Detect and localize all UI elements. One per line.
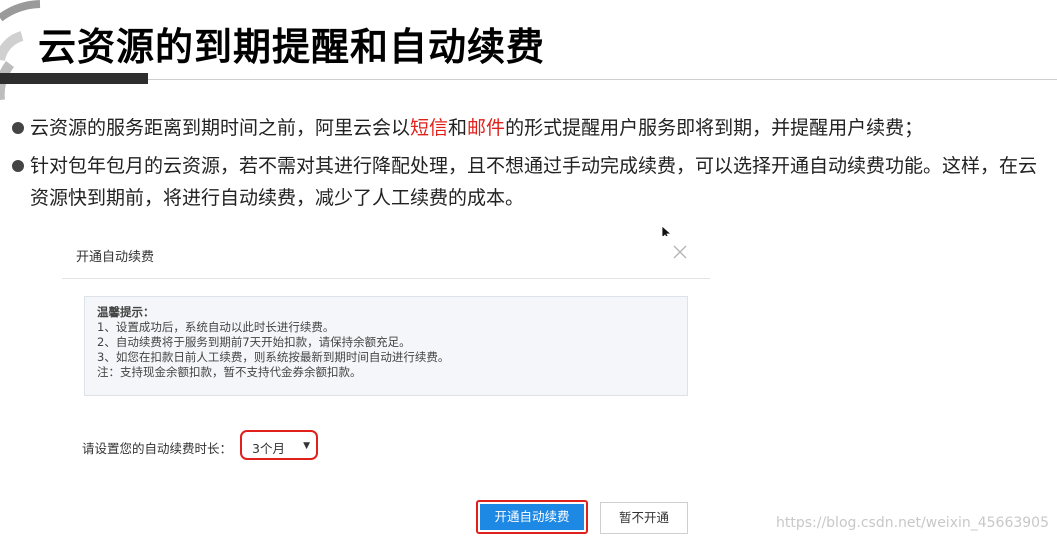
bullet-list: 云资源的服务距离到期时间之前，阿里云会以短信和邮件的形式提醒用户服务即将到期，并…	[12, 112, 1052, 220]
title-underline-bar	[0, 73, 148, 84]
bullet-dot-icon	[12, 160, 24, 172]
not-now-button[interactable]: 暂不开通	[600, 502, 688, 534]
enable-auto-renew-label: 开通自动续费	[480, 504, 584, 530]
duration-select[interactable]: 3个月 ▼	[240, 430, 318, 460]
duration-value: 3个月	[252, 441, 285, 456]
bullet-text: 针对包年包月的云资源，若不需对其进行降配处理，且不想通过手动完成续费，可以选择开…	[30, 155, 1038, 209]
bullet-text-mid: 和	[448, 117, 468, 139]
bullet-dot-icon	[12, 122, 24, 134]
bullet-item-reminder: 云资源的服务距离到期时间之前，阿里云会以短信和邮件的形式提醒用户服务即将到期，并…	[12, 112, 1052, 144]
highlight-sms: 短信	[410, 117, 449, 139]
tip-line: 3、如您在扣款日前人工续费，则系统按最新到期时间自动进行续费。	[97, 350, 450, 364]
tips-box: 温馨提示： 1、设置成功后，系统自动以此时长进行续费。 2、自动续费将于服务到期…	[84, 296, 688, 396]
auto-renew-dialog: 开通自动续费 温馨提示： 1、设置成功后，系统自动以此时长进行续费。 2、自动续…	[62, 236, 710, 542]
close-icon[interactable]	[672, 244, 688, 260]
tips-title: 温馨提示：	[97, 305, 155, 319]
bullet-text-pre: 云资源的服务距离到期时间之前，阿里云会以	[30, 117, 411, 139]
dialog-header: 开通自动续费	[62, 236, 710, 279]
enable-auto-renew-button[interactable]: 开通自动续费	[476, 500, 588, 534]
title-divider	[148, 79, 1057, 80]
bullet-item-auto-renew: 针对包年包月的云资源，若不需对其进行降配处理，且不想通过手动完成续费，可以选择开…	[12, 150, 1052, 214]
slide-title: 云资源的到期提醒和自动续费	[38, 25, 546, 69]
dialog-title: 开通自动续费	[76, 250, 155, 265]
tip-line: 2、自动续费将于服务到期前7天开始扣款，请保持余额充足。	[97, 335, 411, 349]
dropdown-arrow-icon: ▼	[303, 441, 310, 451]
highlight-email: 邮件	[467, 117, 506, 139]
tip-line: 1、设置成功后，系统自动以此时长进行续费。	[97, 320, 335, 334]
bullet-text-post: 的形式提醒用户服务即将到期，并提醒用户续费；	[505, 117, 924, 139]
duration-label: 请设置您的自动续费时长：	[82, 441, 233, 456]
watermark: https://blog.csdn.net/weixin_45663905	[775, 515, 1049, 531]
tip-line: 注：支持现金余额扣款，暂不支持代金券余额扣款。	[97, 365, 362, 379]
